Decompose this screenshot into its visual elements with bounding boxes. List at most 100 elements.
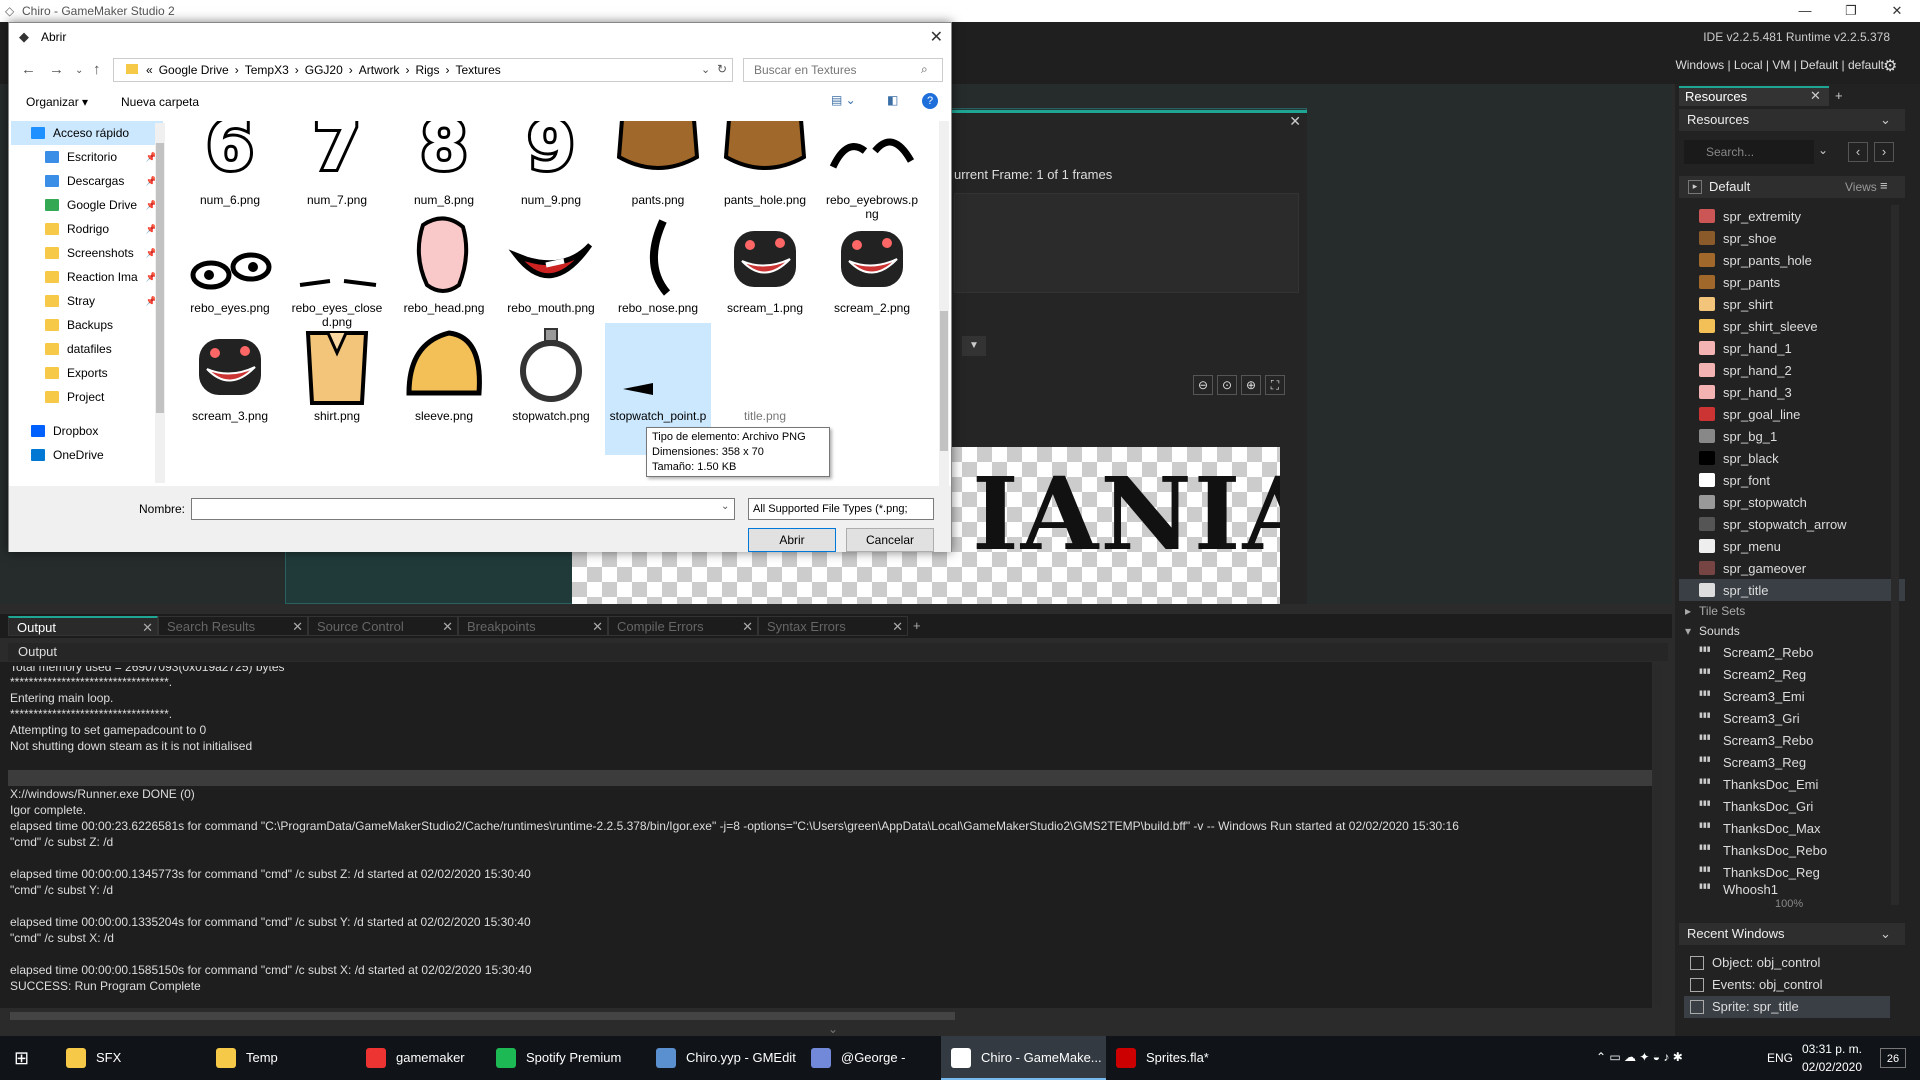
resource-item[interactable]: spr_font (1679, 469, 1905, 491)
recent-window-item[interactable]: Events: obj_control (1684, 974, 1890, 996)
breadcrumb-item[interactable]: Artwork (359, 63, 400, 77)
minimize-button[interactable]: — (1782, 0, 1828, 22)
collapse-icon[interactable]: ⌄ (828, 1022, 838, 1036)
menu-icon[interactable]: ≡ (1880, 178, 1888, 193)
file-item[interactable]: stopwatch.png (498, 323, 604, 455)
close-window-button[interactable]: ✕ (1874, 0, 1920, 22)
resource-item[interactable]: spr_title (1679, 579, 1905, 601)
chevron-down-icon[interactable]: ⌄ (1880, 112, 1891, 128)
file-item[interactable]: sleeve.png (391, 323, 497, 455)
forward-icon[interactable]: › (1874, 142, 1894, 162)
taskbar-item[interactable]: @George - Discord (801, 1036, 941, 1080)
new-folder-button[interactable]: Nueva carpeta (121, 95, 199, 109)
sound-item[interactable]: ▮▮▮ ThanksDoc_Max (1679, 817, 1905, 839)
view-options-icon[interactable]: ▤ ⌄ (831, 93, 856, 107)
dialog-search-input[interactable]: Buscar en Textures (743, 58, 943, 82)
taskbar-item[interactable]: Chiro - GameMake... (941, 1036, 1106, 1080)
file-item[interactable]: scream_3.png (177, 323, 283, 455)
file-name-dropdown-icon[interactable]: ⌄ (721, 501, 729, 512)
resource-item[interactable]: spr_stopwatch (1679, 491, 1905, 513)
up-arrow-icon[interactable]: ↑ (93, 61, 101, 78)
refresh-icon[interactable]: ↻ (717, 62, 727, 76)
preview-pane-icon[interactable]: ◧ (887, 93, 898, 107)
taskbar-item[interactable]: Temp (206, 1036, 356, 1080)
nav-item[interactable]: Reaction Ima 📌 (11, 265, 163, 289)
taskbar-item[interactable]: gamemaker studio ... (356, 1036, 486, 1080)
close-icon[interactable]: ✕ (442, 617, 453, 637)
sound-item[interactable]: ▮▮▮ Whoosh1 (1679, 883, 1905, 895)
nav-item[interactable]: Screenshots 📌 (11, 241, 163, 265)
recent-locations-icon[interactable]: ⌄ (75, 65, 83, 76)
organize-menu[interactable]: Organizar ▾ (26, 95, 88, 109)
resource-item[interactable]: spr_black (1679, 447, 1905, 469)
resource-item[interactable]: spr_bg_1 (1679, 425, 1905, 447)
sound-item[interactable]: ▮▮▮ ThanksDoc_Gri (1679, 795, 1905, 817)
notification-center-icon[interactable]: 26 (1880, 1048, 1906, 1068)
dropdown-arrow-icon[interactable]: ▼ (962, 336, 986, 356)
windows-start-icon[interactable]: ⊞ (14, 1048, 29, 1069)
zoom-reset-icon[interactable]: ⊙ (1217, 375, 1237, 395)
file-grid-scrollbar[interactable] (939, 121, 949, 486)
output-tab[interactable]: Breakpoints ✕ (458, 616, 608, 636)
close-icon[interactable]: ✕ (592, 617, 603, 637)
back-icon[interactable]: ‹ (1848, 142, 1868, 162)
output-console[interactable]: Total memory used = 26907093(0x019a2725)… (0, 662, 1652, 1008)
file-name-input[interactable] (191, 498, 735, 520)
resource-item[interactable]: spr_gameover (1679, 557, 1905, 579)
sound-item[interactable]: ▮▮▮ Scream3_Emi (1679, 685, 1905, 707)
nav-item[interactable]: Google Drive 📌 (11, 193, 163, 217)
cancel-button[interactable]: Cancelar (846, 528, 934, 552)
taskbar-item[interactable]: SFX (56, 1036, 206, 1080)
close-icon[interactable]: ✕ (742, 617, 753, 637)
sound-item[interactable]: ▮▮▮ Scream3_Reg (1679, 751, 1905, 773)
resource-item[interactable]: spr_pants_hole (1679, 249, 1905, 271)
resource-item[interactable]: spr_goal_line (1679, 403, 1905, 425)
file-type-select[interactable]: All Supported File Types (*.png; (748, 498, 934, 520)
nav-item[interactable]: Backups (11, 313, 163, 337)
recent-windows-header[interactable]: Recent Windows (1679, 923, 1905, 945)
nav-item[interactable]: Escritorio 📌 (11, 145, 163, 169)
resource-item[interactable]: spr_stopwatch_arrow (1679, 513, 1905, 535)
address-bar[interactable]: « Google Drive › TempX3 › GGJ20 › Artwork › Rigs ›… (113, 58, 733, 82)
resource-item[interactable]: spr_shoe (1679, 227, 1905, 249)
zoom-out-icon[interactable]: ⊖ (1193, 375, 1213, 395)
taskbar-item[interactable]: Sprites.fla* (1106, 1036, 1226, 1080)
file-item[interactable]: scream_2.png (819, 215, 925, 347)
back-arrow-icon[interactable]: ← (21, 61, 36, 78)
help-icon[interactable]: ? (922, 93, 938, 109)
sound-item[interactable]: ▮▮▮ Scream2_Rebo (1679, 641, 1905, 663)
resources-header[interactable]: Resources (1679, 109, 1905, 131)
close-icon[interactable]: ✕ (292, 617, 303, 637)
taskbar-clock[interactable]: 03:31 p. m. 02/02/2020 (1802, 1040, 1862, 1076)
resource-item[interactable]: spr_shirt (1679, 293, 1905, 315)
taskbar-item[interactable]: Spotify Premium (486, 1036, 646, 1080)
target-selector[interactable]: Windows | Local | VM | Default | default (1675, 58, 1884, 72)
taskbar-item[interactable]: Chiro.yyp - GMEdit (646, 1036, 801, 1080)
nav-item[interactable]: Rodrigo 📌 (11, 217, 163, 241)
dialog-close-button[interactable]: ✕ (930, 27, 943, 47)
file-item[interactable]: shirt.png (284, 323, 390, 455)
output-hscrollbar[interactable] (10, 1012, 955, 1020)
nav-item[interactable]: OneDrive (11, 443, 163, 467)
nav-item[interactable]: Dropbox (11, 419, 163, 443)
resource-item[interactable]: spr_extremity (1679, 205, 1905, 227)
recent-window-item[interactable]: Object: obj_control (1684, 952, 1890, 974)
output-tab[interactable]: Output ✕ (8, 616, 158, 636)
language-indicator[interactable]: ENG (1767, 1051, 1793, 1065)
sound-item[interactable]: ▮▮▮ ThanksDoc_Emi (1679, 773, 1905, 795)
tilesets-section[interactable]: ▸ Tile Sets (1679, 601, 1905, 621)
output-tab[interactable]: Syntax Errors ✕ (758, 616, 908, 636)
resource-scrollbar[interactable] (1891, 205, 1899, 905)
sound-item[interactable]: ▮▮▮ Scream3_Gri (1679, 707, 1905, 729)
output-tab[interactable]: Compile Errors ✕ (608, 616, 758, 636)
close-icon[interactable]: ✕ (892, 617, 903, 637)
target-settings-icon[interactable]: ⚙ (1883, 56, 1903, 76)
fit-screen-icon[interactable]: ⛶ (1265, 375, 1285, 395)
nav-item[interactable]: Descargas 📌 (11, 169, 163, 193)
close-icon[interactable]: ✕ (1810, 88, 1821, 104)
resource-item[interactable]: spr_hand_2 (1679, 359, 1905, 381)
tray-icons[interactable]: ⌃ ▭ ☁ ✦ ◒ ♪ ✱ (1596, 1050, 1683, 1064)
nav-item[interactable]: datafiles (11, 337, 163, 361)
chevron-down-icon[interactable]: ⌄ (1880, 926, 1891, 942)
tab-resources[interactable]: Resources (1679, 86, 1829, 106)
